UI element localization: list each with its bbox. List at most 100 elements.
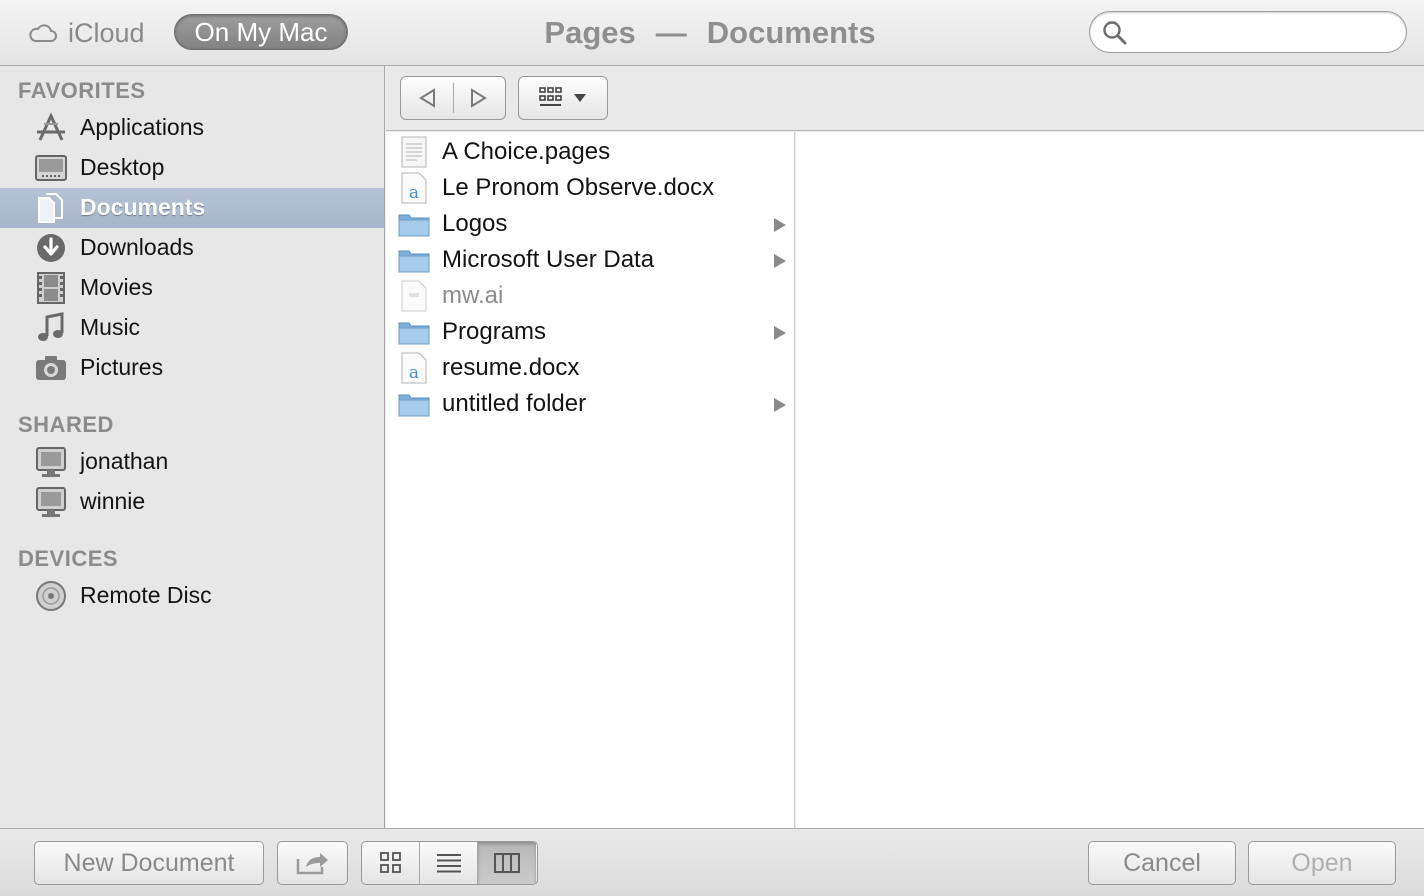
devices-heading: DEVICES — [18, 546, 119, 571]
sidebar-item-label: Music — [80, 314, 141, 340]
sidebar-item-label: Applications — [80, 114, 205, 140]
pictures-icon — [34, 352, 68, 384]
preview-column — [796, 132, 1424, 828]
sidebar-item-label: Remote Disc — [80, 582, 212, 608]
favorites-heading: FAVORITES — [18, 78, 146, 103]
sidebar-item-label: Downloads — [80, 234, 194, 260]
documents-icon — [34, 192, 68, 224]
file-name: resume.docx — [442, 354, 580, 381]
search-icon — [1103, 21, 1127, 45]
folder-icon — [398, 244, 430, 276]
sidebar-item-label: winnie — [80, 488, 146, 514]
file-row-microsoft-user-data[interactable]: Microsoft User Data — [386, 242, 794, 278]
downloads-icon — [34, 232, 68, 264]
back-button[interactable] — [401, 77, 453, 119]
file-name: Programs — [442, 318, 547, 345]
sidebar-item-desktop[interactable]: Desktop — [0, 148, 384, 188]
computer-icon — [34, 446, 68, 478]
icon-view-icon — [379, 852, 401, 873]
list-view-icon — [436, 854, 461, 873]
disclosure-arrow-icon — [774, 218, 786, 232]
file-name: mw.ai — [442, 282, 504, 309]
pages-document-icon — [398, 136, 430, 168]
svg-text:a: a — [409, 363, 419, 383]
sidebar: FAVORITES Applications Desktop Documents… — [0, 66, 385, 828]
back-arrow-icon — [418, 88, 435, 108]
column-view-icon — [494, 853, 520, 873]
file-name: Le Pronom Observe.docx — [442, 174, 715, 201]
browser-toolbar — [386, 66, 1424, 131]
search-input[interactable] — [1134, 18, 1394, 46]
file-row-programs[interactable]: Programs — [386, 314, 794, 350]
file-row-resume[interactable]: a resume.docx — [386, 350, 794, 386]
shared-heading: SHARED — [18, 412, 114, 437]
disclosure-arrow-icon — [774, 398, 786, 412]
arrange-menu-button[interactable] — [518, 76, 608, 120]
disclosure-arrow-icon — [774, 326, 786, 340]
word-document-icon: a — [398, 352, 430, 384]
chevron-down-icon — [574, 94, 586, 102]
share-icon — [296, 853, 328, 875]
folder-icon — [398, 388, 430, 420]
sidebar-item-label: Movies — [80, 274, 153, 300]
svg-text:a: a — [409, 183, 419, 203]
desktop-icon — [34, 152, 68, 184]
sidebar-item-music[interactable]: Music — [0, 308, 384, 348]
window-title: Pages — Documents — [480, 14, 940, 52]
sidebar-item-label: Pictures — [80, 354, 164, 380]
file-name: A Choice.pages — [442, 138, 611, 165]
window-title-separator: — — [655, 15, 687, 50]
file-row-a-choice[interactable]: A Choice.pages — [386, 134, 794, 170]
music-icon — [34, 312, 68, 344]
sidebar-item-winnie[interactable]: winnie — [0, 482, 384, 522]
cancel-button[interactable]: Cancel — [1088, 841, 1236, 885]
applications-icon — [34, 112, 68, 144]
sidebar-item-pictures[interactable]: Pictures — [0, 348, 384, 388]
file-name: Logos — [442, 210, 508, 237]
movies-icon — [34, 272, 68, 304]
file-column: A Choice.pages a Le Pronom Observe.docx … — [386, 132, 795, 828]
sidebar-item-label: Desktop — [80, 154, 165, 180]
file-row-le-pronom-observe[interactable]: a Le Pronom Observe.docx — [386, 170, 794, 206]
sidebar-item-movies[interactable]: Movies — [0, 268, 384, 308]
window-title-app: Pages — [544, 15, 636, 50]
sidebar-item-applications[interactable]: Applications — [0, 108, 384, 148]
file-row-logos[interactable]: Logos — [386, 206, 794, 242]
view-mode-segmented-control — [361, 841, 538, 885]
file-row-mw-ai: mw.ai — [386, 278, 794, 314]
icloud-label: iCloud — [68, 17, 145, 48]
list-view-button[interactable] — [420, 842, 478, 884]
disc-icon — [34, 580, 68, 612]
on-my-mac-tab[interactable]: On My Mac — [174, 14, 348, 50]
forward-button[interactable] — [453, 77, 505, 119]
open-button[interactable]: Open — [1248, 841, 1396, 885]
icon-view-button[interactable] — [362, 842, 420, 884]
title-bar: iCloud On My Mac Pages — Documents — [0, 0, 1424, 66]
sidebar-item-remote-disc[interactable]: Remote Disc — [0, 576, 384, 616]
share-button[interactable] — [277, 841, 348, 885]
file-name: untitled folder — [442, 390, 587, 417]
sidebar-item-documents[interactable]: Documents — [0, 188, 384, 228]
sidebar-item-label: jonathan — [80, 448, 169, 474]
sidebar-item-jonathan[interactable]: jonathan — [0, 442, 384, 482]
disclosure-arrow-icon — [774, 254, 786, 268]
forward-arrow-icon — [471, 88, 488, 108]
folder-icon — [398, 316, 430, 348]
cloud-icon — [29, 24, 57, 42]
icon-grid-icon — [539, 87, 562, 106]
computer-icon — [34, 486, 68, 518]
search-field[interactable] — [1089, 11, 1407, 53]
icloud-tab[interactable]: iCloud — [28, 16, 145, 50]
file-row-untitled-folder[interactable]: untitled folder — [386, 386, 794, 422]
generic-file-icon — [398, 280, 430, 312]
sidebar-item-label: Documents — [80, 194, 206, 220]
navigation-group — [400, 76, 506, 120]
file-name: Microsoft User Data — [442, 246, 655, 273]
bottom-bar: New Document Cancel Open — [0, 828, 1424, 896]
word-document-icon: a — [398, 172, 430, 204]
new-document-button[interactable]: New Document — [34, 841, 264, 885]
sidebar-item-downloads[interactable]: Downloads — [0, 228, 384, 268]
column-view-button[interactable] — [478, 842, 536, 884]
window-title-folder: Documents — [706, 15, 876, 50]
folder-icon — [398, 208, 430, 240]
